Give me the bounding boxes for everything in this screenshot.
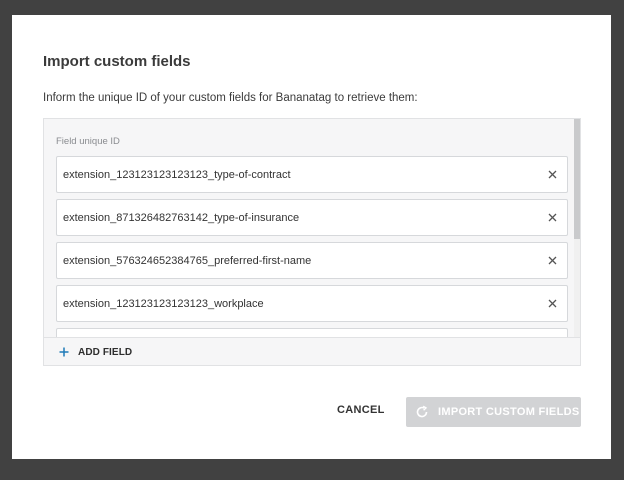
fields-scrollbar-thumb[interactable] (574, 119, 580, 239)
custom-field-input-row (56, 199, 568, 236)
add-field-label: ADD FIELD (78, 346, 133, 358)
close-icon[interactable] (546, 168, 559, 181)
add-field-button[interactable]: ADD FIELD (58, 345, 132, 359)
close-icon[interactable] (546, 297, 559, 310)
custom-field-input-row (56, 156, 568, 193)
custom-field-input-row (56, 328, 568, 337)
custom-field-input[interactable] (57, 200, 537, 235)
field-unique-id-label: Field unique ID (56, 136, 120, 147)
import-custom-fields-button[interactable]: IMPORT CUSTOM FIELDS (406, 397, 581, 427)
fields-scroll-area[interactable]: Field unique ID (44, 119, 574, 337)
add-field-bar: ADD FIELD (44, 337, 580, 365)
refresh-icon (416, 405, 428, 418)
dialog-description: Inform the unique ID of your custom fiel… (43, 92, 418, 104)
custom-field-input[interactable] (57, 329, 537, 337)
plus-icon (59, 347, 69, 357)
import-custom-fields-dialog: Import custom fields Inform the unique I… (12, 15, 611, 459)
close-icon[interactable] (546, 254, 559, 267)
close-icon[interactable] (546, 211, 559, 224)
fields-panel: Field unique ID extension_12312312312312… (43, 118, 581, 366)
custom-field-input[interactable] (57, 157, 537, 192)
dialog-title: Import custom fields (43, 53, 191, 70)
custom-field-input[interactable] (57, 243, 537, 278)
custom-field-input-row (56, 242, 568, 279)
import-button-label: IMPORT CUSTOM FIELDS (438, 406, 580, 418)
custom-field-input[interactable] (57, 286, 537, 321)
fields-scrollbar[interactable] (574, 119, 580, 337)
custom-field-input-row (56, 285, 568, 322)
cancel-button[interactable]: CANCEL (337, 404, 385, 416)
